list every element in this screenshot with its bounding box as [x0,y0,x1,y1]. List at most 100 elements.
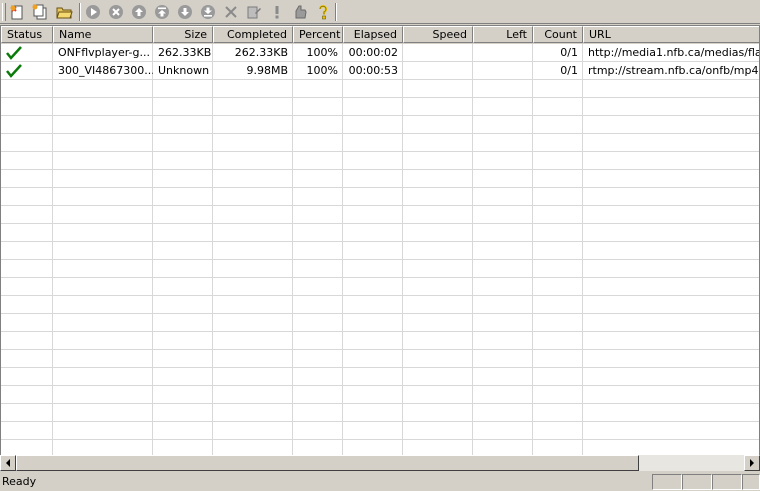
help-button[interactable] [312,2,333,22]
exclamation-button[interactable] [266,2,287,22]
grid-horizontal-line [1,97,759,98]
speed-cell [403,62,473,80]
grid-horizontal-line [1,133,759,134]
grid-horizontal-line [1,205,759,206]
elapsed-cell: 00:00:53 [348,64,398,77]
speed-cell [403,44,473,62]
column-header: Status Name Size Completed Percent Elaps… [1,26,759,44]
grid-horizontal-line [1,295,759,296]
status-text: Ready [2,475,37,488]
grid-vertical-line [402,44,403,469]
status-panel-3 [712,474,742,490]
move-up-icon [131,5,146,19]
size-cell: Unknown [158,64,210,77]
grid-horizontal-line [1,367,759,368]
completed-cell: 262.33KB [234,46,288,59]
complete-check-icon [6,46,22,60]
grid-horizontal-line [1,385,759,386]
move-down-icon [177,5,192,19]
open-folder-button[interactable] [54,2,75,22]
grid-horizontal-line [1,115,759,116]
scroll-thumb[interactable] [16,455,639,471]
status-bar: Ready [0,473,760,491]
horizontal-scrollbar[interactable] [0,455,760,471]
batch-download-button[interactable] [29,2,50,22]
left-cell [473,44,533,62]
column-count[interactable]: Count [533,26,583,43]
move-down-button[interactable] [174,2,195,22]
table-row[interactable]: 300_VI4867300... Unknown 9.98MB 100% 00:… [1,62,759,80]
completed-cell: 9.98MB [246,64,288,77]
column-speed[interactable]: Speed [403,26,473,43]
exclamation-icon [275,6,278,19]
complete-check-icon [6,64,22,78]
count-cell: 0/1 [560,64,578,77]
percent-cell: 100% [306,46,338,59]
arrow-left-icon [6,459,10,467]
grid-vertical-line [52,44,53,469]
options-button[interactable] [289,2,310,22]
move-top-button[interactable] [151,2,172,22]
column-left[interactable]: Left [473,26,533,43]
move-up-button[interactable] [128,2,149,22]
grid-horizontal-line [1,439,759,440]
options-icon [295,5,307,19]
grid-horizontal-line [1,277,759,278]
start-button[interactable] [82,2,103,22]
grid-horizontal-line [1,421,759,422]
url-cell: rtmp://stream.nfb.ca/onfb/mp4:/FLV [588,64,759,77]
help-icon [318,5,327,20]
grid-horizontal-line [1,331,759,332]
percent-cell: 100% [306,64,338,77]
name-cell: ONFflvplayer-g... [58,46,150,59]
stop-button[interactable] [105,2,126,22]
elapsed-cell: 00:00:02 [348,46,398,59]
move-bottom-button[interactable] [197,2,218,22]
properties-icon [247,6,261,19]
grid-horizontal-line [1,313,759,314]
table-row[interactable]: ONFflvplayer-g... 262.33KB 262.33KB 100%… [1,44,759,62]
column-completed[interactable]: Completed [213,26,293,43]
column-size[interactable]: Size [153,26,213,43]
status-panel-2 [682,474,712,490]
grid-vertical-line [472,44,473,469]
properties-button[interactable] [243,2,264,22]
left-cell [473,62,533,80]
column-elapsed[interactable]: Elapsed [343,26,403,43]
grid-vertical-line [342,44,343,469]
toolbar [0,0,760,24]
url-cell: http://media1.nfb.ca/medias/flash/0 [588,46,759,59]
status-cell [1,44,53,62]
grid-horizontal-line [1,349,759,350]
stop-icon [108,5,123,19]
scroll-right-button[interactable] [744,455,760,471]
grid-horizontal-line [1,241,759,242]
status-panel-1 [652,474,682,490]
column-name[interactable]: Name [53,26,153,43]
status-panel-4 [742,474,760,490]
move-top-icon [154,5,169,19]
grid-horizontal-line [1,403,759,404]
status-cell [1,62,53,80]
batch-download-icon [32,4,46,20]
grid-vertical-line [532,44,533,469]
move-bottom-icon [200,5,215,19]
open-folder-icon [56,7,73,19]
scroll-left-button[interactable] [0,455,16,471]
column-percent[interactable]: Percent [293,26,343,43]
grid-vertical-line [212,44,213,469]
grid-vertical-line [582,44,583,469]
grid-vertical-line [152,44,153,469]
grid-horizontal-line [1,187,759,188]
name-cell: 300_VI4867300... [58,64,153,77]
column-status[interactable]: Status [1,26,53,43]
grid-horizontal-line [1,259,759,260]
start-icon [85,5,100,19]
grid-horizontal-line [1,223,759,224]
size-cell: 262.33KB [158,46,212,59]
delete-button[interactable] [220,2,241,22]
column-url[interactable]: URL [583,26,759,43]
new-download-button[interactable] [6,2,27,22]
delete-icon [224,6,237,18]
download-list[interactable]: Status Name Size Completed Percent Elaps… [0,25,760,470]
